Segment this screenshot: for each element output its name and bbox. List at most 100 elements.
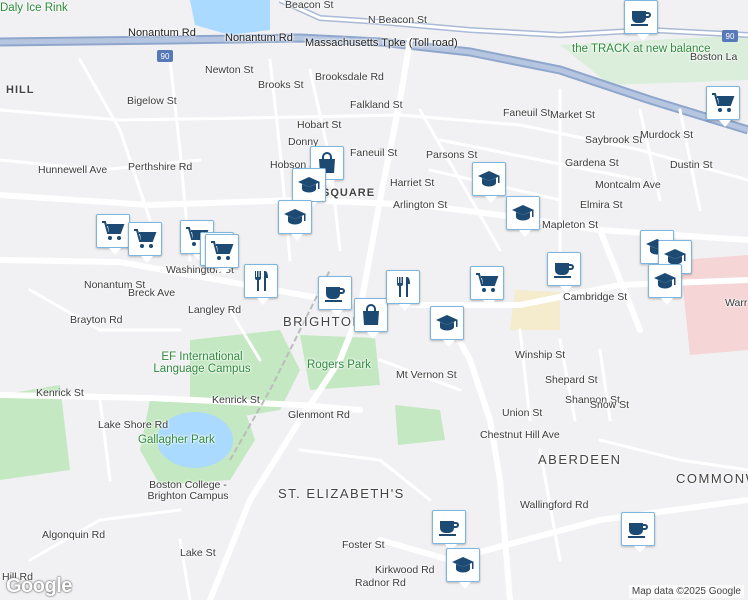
- svg-text:90: 90: [161, 52, 170, 61]
- street-perthshire: Perthshire Rd: [128, 161, 193, 173]
- street-faneuil-2: Faneuil St: [350, 147, 398, 159]
- school-icon: [436, 315, 458, 331]
- coffee-marker-5[interactable]: [621, 512, 655, 553]
- coffee-icon: [631, 11, 651, 26]
- street-montcalm: Montcalm Ave: [595, 179, 661, 191]
- street-winship: Winship St: [515, 349, 566, 361]
- grocery-marker-2[interactable]: [128, 222, 162, 263]
- cart-icon: [102, 221, 125, 240]
- school-icon: [512, 205, 534, 221]
- street-kirkwood: Kirkwood Rd: [375, 564, 435, 576]
- grocery-marker-6[interactable]: [470, 266, 504, 307]
- highway-shield-90-right: 90: [722, 30, 738, 42]
- coffee-marker-2[interactable]: [318, 276, 352, 317]
- street-warr: Warr: [725, 297, 748, 309]
- restaurant-marker-2[interactable]: [386, 270, 420, 311]
- school-icon: [654, 273, 676, 289]
- street-union: Union St: [502, 407, 543, 419]
- street-kenrick-1: Kenrick St: [36, 387, 84, 399]
- svg-text:90: 90: [726, 32, 735, 41]
- area-label-st-elizabeths: ST. ELIZABETH'S: [278, 486, 405, 501]
- street-dustin: Dustin St: [670, 159, 713, 171]
- street-lake: Lake St: [180, 547, 216, 559]
- street-parsons: Parsons St: [426, 149, 478, 161]
- school-icon: [478, 171, 500, 187]
- school-marker-2[interactable]: [278, 200, 312, 241]
- street-brooks: Brooks St: [258, 79, 304, 91]
- street-arlington: Arlington St: [393, 199, 448, 211]
- grocery-marker-5[interactable]: [205, 234, 239, 275]
- street-brayton: Brayton Rd: [70, 314, 123, 326]
- street-radnor: Radnor Rd: [355, 577, 406, 589]
- restaurant-marker-1[interactable]: [244, 264, 278, 305]
- street-saybrook: Saybrook St: [585, 134, 643, 146]
- small-park: [395, 405, 445, 445]
- coffee-icon: [325, 287, 345, 302]
- street-hunnewell: Hunnewell Ave: [38, 164, 108, 176]
- cart-icon: [712, 93, 735, 112]
- google-logo: Google: [6, 575, 72, 597]
- coffee-icon: [439, 521, 459, 536]
- area-label-square: SQUARE: [322, 187, 376, 199]
- street-n-beacon: N Beacon St: [368, 14, 427, 26]
- coffee-icon: [554, 263, 574, 278]
- street-mass-pike: Massachusetts Tpke (Toll road): [305, 37, 458, 49]
- bag-icon: [363, 304, 379, 325]
- cart-icon: [134, 229, 157, 248]
- school-icon: [452, 557, 474, 573]
- coffee-icon: [628, 523, 648, 538]
- school-marker-9[interactable]: [446, 548, 480, 589]
- street-wallingford: Wallingford Rd: [520, 499, 589, 511]
- street-falkland: Falkland St: [350, 99, 403, 111]
- street-harriet: Harriet St: [390, 177, 435, 189]
- street-newton: Newton St: [205, 64, 254, 76]
- street-murdock: Murdock St: [640, 129, 694, 141]
- map-attribution[interactable]: Map data ©2025 Google: [628, 585, 744, 598]
- coffee-marker-4[interactable]: [432, 510, 466, 551]
- street-beacon: Beacon St: [285, 0, 334, 11]
- school-icon: [298, 177, 320, 193]
- street-glenmont: Glenmont Rd: [288, 409, 350, 421]
- street-market: Market St: [550, 109, 595, 121]
- street-gardena: Gardena St: [565, 157, 619, 169]
- street-hobart: Hobart St: [297, 119, 342, 131]
- street-mapleton: Mapleton St: [542, 219, 599, 231]
- fork-icon: [255, 271, 268, 291]
- area-label-brighton: BRIGHTON: [283, 314, 364, 329]
- place-label-ef: EF International Language Campus: [153, 351, 251, 375]
- school-marker-1[interactable]: [292, 168, 326, 209]
- street-faneuil-1: Faneuil St: [503, 107, 551, 119]
- place-label-rogers-park: Rogers Park: [307, 359, 371, 371]
- grocery-marker-7[interactable]: [706, 86, 740, 127]
- school-marker-8[interactable]: [648, 264, 682, 305]
- area-label-hill: HILL: [6, 84, 35, 96]
- highway-shield-90-left: 90: [157, 50, 173, 62]
- street-bigelow-1: Bigelow St: [127, 95, 177, 107]
- school-icon: [284, 209, 306, 225]
- school-marker-5[interactable]: [430, 306, 464, 347]
- street-brooksdale: Brooksdale Rd: [315, 71, 384, 83]
- shopping-marker-2[interactable]: [354, 298, 388, 339]
- school-marker-3[interactable]: [472, 162, 506, 203]
- street-foster: Foster St: [342, 539, 385, 551]
- street-nonantum-rd-2: Nonantum Rd: [225, 32, 293, 44]
- street-chestnut-hill: Chestnut Hill Ave: [480, 429, 560, 441]
- school-marker-4[interactable]: [506, 196, 540, 237]
- fork-icon: [397, 277, 410, 297]
- area-label-commonwe: COMMONWE: [676, 471, 748, 486]
- cart-icon: [476, 273, 499, 292]
- street-kenrick-2: Kenrick St: [212, 394, 260, 406]
- map-canvas[interactable]: 90 90 Daly Ice Rink the TRACK at new bal…: [0, 0, 748, 600]
- street-mt-vernon: Mt Vernon St: [396, 369, 457, 381]
- coffee-marker-3[interactable]: [547, 252, 581, 293]
- street-lake-shore: Lake Shore Rd: [98, 419, 169, 431]
- street-elmira: Elmira St: [580, 199, 623, 211]
- coffee-marker-1[interactable]: [624, 0, 658, 41]
- area-label-aberdeen: ABERDEEN: [538, 452, 622, 467]
- grocery-marker-1[interactable]: [96, 214, 130, 255]
- place-label-daly-rink: Daly Ice Rink: [0, 2, 68, 14]
- west-park: [0, 385, 70, 480]
- place-label-bc-brighton: Boston College - Brighton Campus: [147, 479, 229, 502]
- place-label-gallagher: Gallagher Park: [138, 434, 215, 446]
- street-shepard: Shepard St: [545, 374, 598, 386]
